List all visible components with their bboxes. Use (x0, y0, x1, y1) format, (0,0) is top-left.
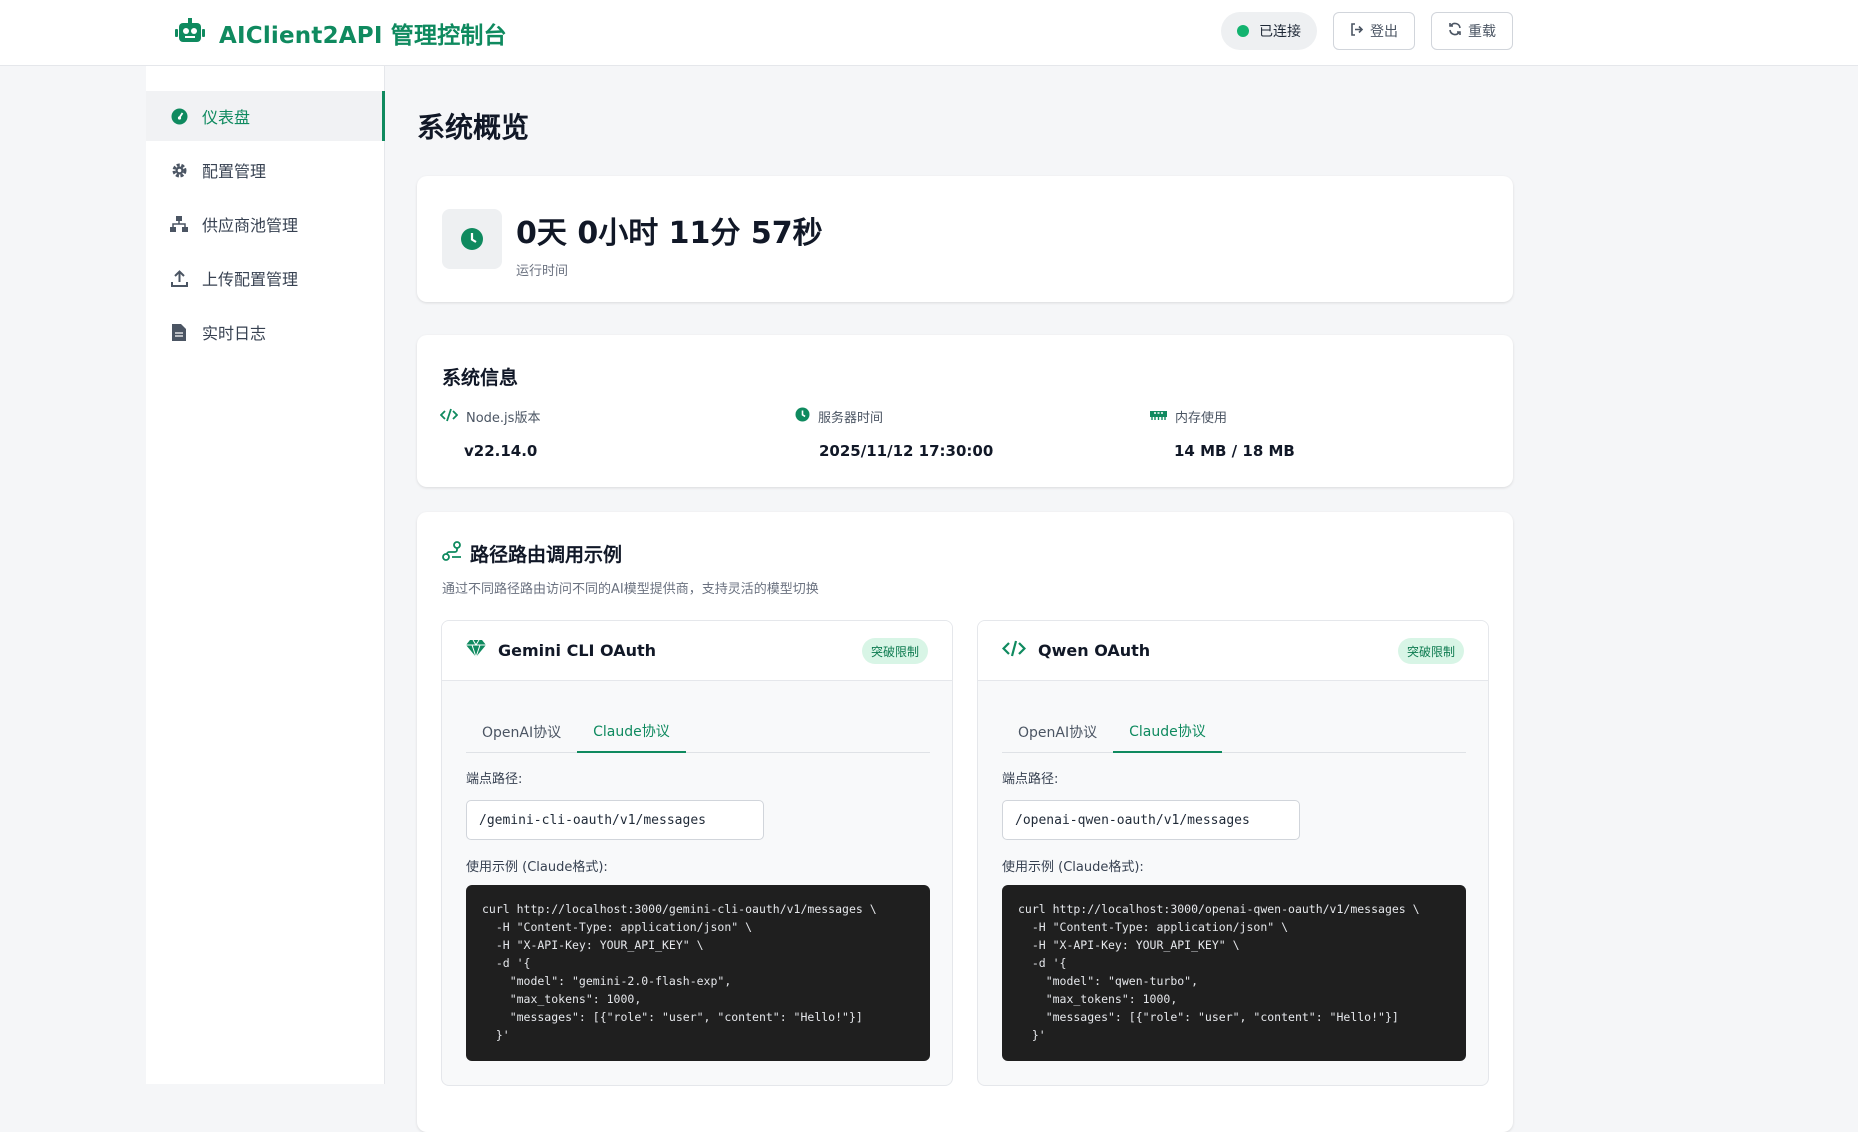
sitemap-icon (170, 215, 188, 233)
sidebar-item-label: 实时日志 (202, 324, 267, 343)
example-label: 使用示例 (Claude格式): (466, 860, 608, 875)
brand: AIClient2API 管理控制台 (175, 16, 507, 50)
server-time-label: 服务器时间 (818, 411, 884, 426)
memory-icon (1150, 409, 1167, 425)
sidebar-item-label: 配置管理 (202, 162, 267, 181)
code-example[interactable]: curl http://localhost:3000/openai-qwen-o… (1002, 885, 1466, 1061)
sidebar-item-label: 供应商池管理 (202, 216, 299, 235)
connection-status: 已连接 (1221, 12, 1317, 50)
app-title: AIClient2API 管理控制台 (219, 23, 507, 49)
endpoint-label: 端点路径: (466, 772, 523, 787)
tab-openai-protocol[interactable]: OpenAI协议 (466, 711, 577, 753)
uptime-label: 运行时间 (516, 264, 569, 279)
uptime-card: 0天 0小时 11分 57秒 运行时间 (417, 176, 1513, 302)
provider-name: Gemini CLI OAuth (498, 641, 657, 660)
route-icon (442, 541, 462, 566)
uptime-value: 0天 0小时 11分 57秒 (516, 216, 823, 251)
system-info-card: 系统信息 Node.js版本 v22.14.0 服务器时间 2025/11/12… (417, 335, 1513, 487)
code-example[interactable]: curl http://localhost:3000/gemini-cli-oa… (466, 885, 930, 1061)
gem-icon (466, 639, 486, 661)
sign-out-icon (1350, 22, 1364, 40)
sidebar-item-config[interactable]: 配置管理 (146, 145, 384, 195)
node-version-item: Node.js版本 v22.14.0 (439, 407, 541, 460)
endpoint-label: 端点路径: (1002, 772, 1059, 787)
sidebar-item-label: 仪表盘 (202, 108, 251, 127)
logout-button[interactable]: 登出 (1333, 12, 1415, 50)
code-icon (1001, 640, 1027, 661)
page-title: 系统概览 (417, 111, 530, 144)
memory-usage-item: 内存使用 14 MB / 18 MB (1150, 407, 1295, 460)
provider-card-qwen: Qwen OAuth 突破限制 OpenAI协议 Claude协议 端点路径: … (977, 620, 1489, 1086)
file-icon (170, 323, 188, 341)
route-examples-card: 路径路由调用示例 通过不同路径路由访问不同的AI模型提供商，支持灵活的模型切换 … (417, 512, 1513, 1132)
dashboard-icon (170, 107, 188, 125)
tab-claude-protocol[interactable]: Claude协议 (1113, 711, 1222, 753)
connection-status-label: 已连接 (1259, 24, 1301, 40)
refresh-icon (1448, 22, 1462, 40)
endpoint-path[interactable]: /gemini-cli-oauth/v1/messages (466, 800, 764, 840)
status-badge: 突破限制 (861, 638, 928, 664)
sidebar-item-provider-pool[interactable]: 供应商池管理 (146, 199, 384, 249)
status-dot-icon (1237, 25, 1249, 37)
protocol-tabs: OpenAI协议 Claude协议 (1002, 711, 1466, 753)
main-content: 系统概览 0天 0小时 11分 57秒 运行时间 系统信息 Node.js版本 … (417, 66, 1513, 1132)
protocol-tabs: OpenAI协议 Claude协议 (466, 711, 930, 753)
sidebar-item-label: 上传配置管理 (202, 270, 299, 289)
node-version-label: Node.js版本 (466, 411, 541, 426)
endpoint-path[interactable]: /openai-qwen-oauth/v1/messages (1002, 800, 1300, 840)
status-badge: 突破限制 (1397, 638, 1464, 664)
sidebar: 仪表盘 配置管理 供应商池管理 上传配置管理 实时日志 (146, 66, 385, 1084)
tab-openai-protocol[interactable]: OpenAI协议 (1002, 711, 1113, 753)
sidebar-item-dashboard[interactable]: 仪表盘 (146, 91, 385, 141)
provider-card-gemini: Gemini CLI OAuth 突破限制 OpenAI协议 Claude协议 … (441, 620, 953, 1086)
route-examples-description: 通过不同路径路由访问不同的AI模型提供商，支持灵活的模型切换 (442, 582, 819, 597)
server-time-value: 2025/11/12 17:30:00 (819, 442, 994, 460)
reload-button[interactable]: 重载 (1431, 12, 1513, 50)
top-header: AIClient2API 管理控制台 已连接 登出 重载 (0, 0, 1858, 66)
sidebar-item-upload-config[interactable]: 上传配置管理 (146, 253, 384, 303)
memory-usage-value: 14 MB / 18 MB (1174, 442, 1295, 460)
example-label: 使用示例 (Claude格式): (1002, 860, 1144, 875)
upload-icon (170, 269, 188, 287)
route-examples-title: 路径路由调用示例 (470, 544, 623, 566)
provider-name: Qwen OAuth (1038, 641, 1151, 660)
logout-label: 登出 (1370, 24, 1398, 40)
system-info-title: 系统信息 (442, 367, 519, 389)
clock-icon (795, 407, 810, 426)
memory-usage-label: 内存使用 (1175, 411, 1228, 426)
tab-claude-protocol[interactable]: Claude协议 (577, 711, 686, 753)
code-icon (439, 408, 459, 426)
server-time-item: 服务器时间 2025/11/12 17:30:00 (795, 407, 993, 460)
robot-icon (175, 18, 205, 48)
sidebar-item-live-logs[interactable]: 实时日志 (146, 307, 384, 357)
reload-label: 重载 (1468, 24, 1496, 40)
clock-icon (442, 209, 502, 269)
gear-icon (170, 161, 188, 179)
node-version-value: v22.14.0 (464, 442, 538, 460)
